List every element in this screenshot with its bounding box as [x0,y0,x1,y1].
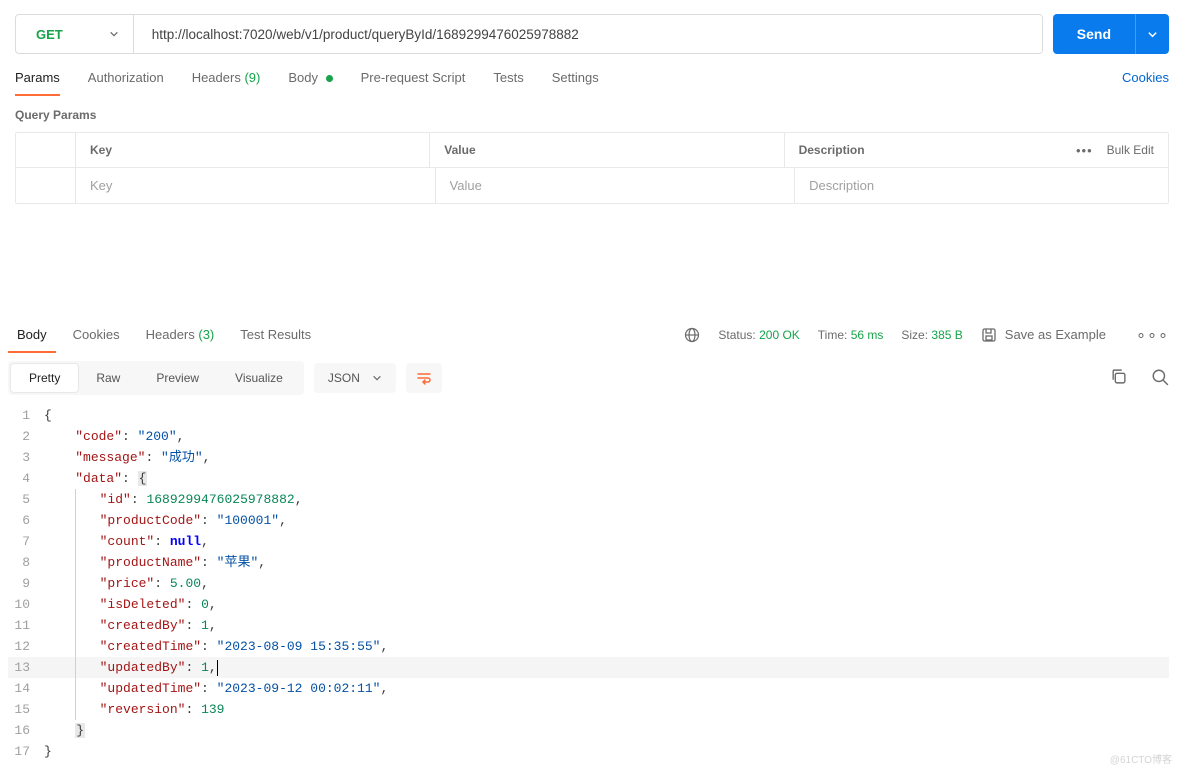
http-method-label: GET [36,27,63,42]
status-label: Status: 200 OK [718,328,799,342]
wrap-lines-button[interactable] [406,363,442,393]
size-label: Size: 385 B [901,328,962,342]
tab-params[interactable]: Params [15,62,60,93]
globe-icon[interactable] [684,327,700,343]
param-value-input[interactable] [450,178,781,193]
send-button-group: Send [1053,14,1169,54]
resp-tab-headers-label: Headers [146,327,195,342]
save-as-example-button[interactable]: Save as Example [981,327,1106,343]
format-json-dropdown[interactable]: JSON [314,363,396,393]
response-tabs: Body Cookies Headers (3) Test Results St… [0,319,1184,351]
time-label: Time: 56 ms [818,328,884,342]
search-icon[interactable] [1151,368,1169,389]
size-value: 385 B [931,328,962,342]
tab-tests[interactable]: Tests [493,62,523,93]
view-pretty-button[interactable]: Pretty [11,364,78,392]
time-value: 56 ms [851,328,884,342]
response-view-bar: Pretty Raw Preview Visualize JSON [0,351,1184,405]
copy-icon[interactable] [1110,368,1127,388]
watermark: @61CTO博客 [1110,751,1172,766]
table-row [16,168,1168,203]
http-method-select[interactable]: GET [16,15,134,53]
resp-tab-cookies[interactable]: Cookies [64,319,129,350]
resp-tab-headers-count: (3) [198,327,214,342]
column-header-description: Description [799,143,1039,157]
cookies-link[interactable]: Cookies [1122,70,1169,85]
view-visualize-button[interactable]: Visualize [217,364,301,392]
query-params-title: Query Params [0,94,1184,132]
view-mode-segment: Pretty Raw Preview Visualize [8,361,304,395]
resp-tab-test-results[interactable]: Test Results [231,319,320,350]
tab-pre-request-script[interactable]: Pre-request Script [361,62,466,93]
method-url-group: GET [15,14,1043,54]
column-header-key: Key [76,133,430,167]
view-preview-button[interactable]: Preview [138,364,217,392]
response-more-icon[interactable]: ∘∘∘ [1136,325,1169,345]
body-active-dot-icon [326,75,333,82]
column-header-value: Value [430,133,784,167]
tab-body[interactable]: Body [288,62,332,93]
url-input[interactable] [134,15,1042,53]
tab-headers[interactable]: Headers (9) [192,62,261,93]
resp-tab-body[interactable]: Body [8,319,56,350]
view-raw-button[interactable]: Raw [78,364,138,392]
query-params-table: Key Value Description ••• Bulk Edit [15,132,1169,204]
bulk-edit-link[interactable]: Bulk Edit [1107,143,1154,157]
tab-authorization[interactable]: Authorization [88,62,164,93]
request-tabs: Params Authorization Headers (9) Body Pr… [0,62,1184,94]
resp-tab-headers[interactable]: Headers (3) [137,319,224,350]
status-value: 200 OK [759,328,800,342]
param-key-input[interactable] [90,178,421,193]
response-body-json[interactable]: 1{ 2 "code": "200", 3 "message": "成功", 4… [0,405,1184,777]
send-button[interactable]: Send [1053,14,1135,54]
send-dropdown-button[interactable] [1135,14,1169,54]
tab-headers-count: (9) [244,70,260,85]
more-columns-icon[interactable]: ••• [1076,143,1093,158]
tab-headers-label: Headers [192,70,241,85]
chevron-down-icon [109,29,119,39]
text-cursor [217,660,218,676]
chevron-down-icon [372,373,382,383]
tab-body-label: Body [288,70,318,85]
response-status-bar: Status: 200 OK Time: 56 ms Size: 385 B S… [684,325,1169,345]
tab-settings[interactable]: Settings [552,62,599,93]
table-header-row: Key Value Description ••• Bulk Edit [16,133,1168,168]
param-description-input[interactable] [809,178,1154,193]
